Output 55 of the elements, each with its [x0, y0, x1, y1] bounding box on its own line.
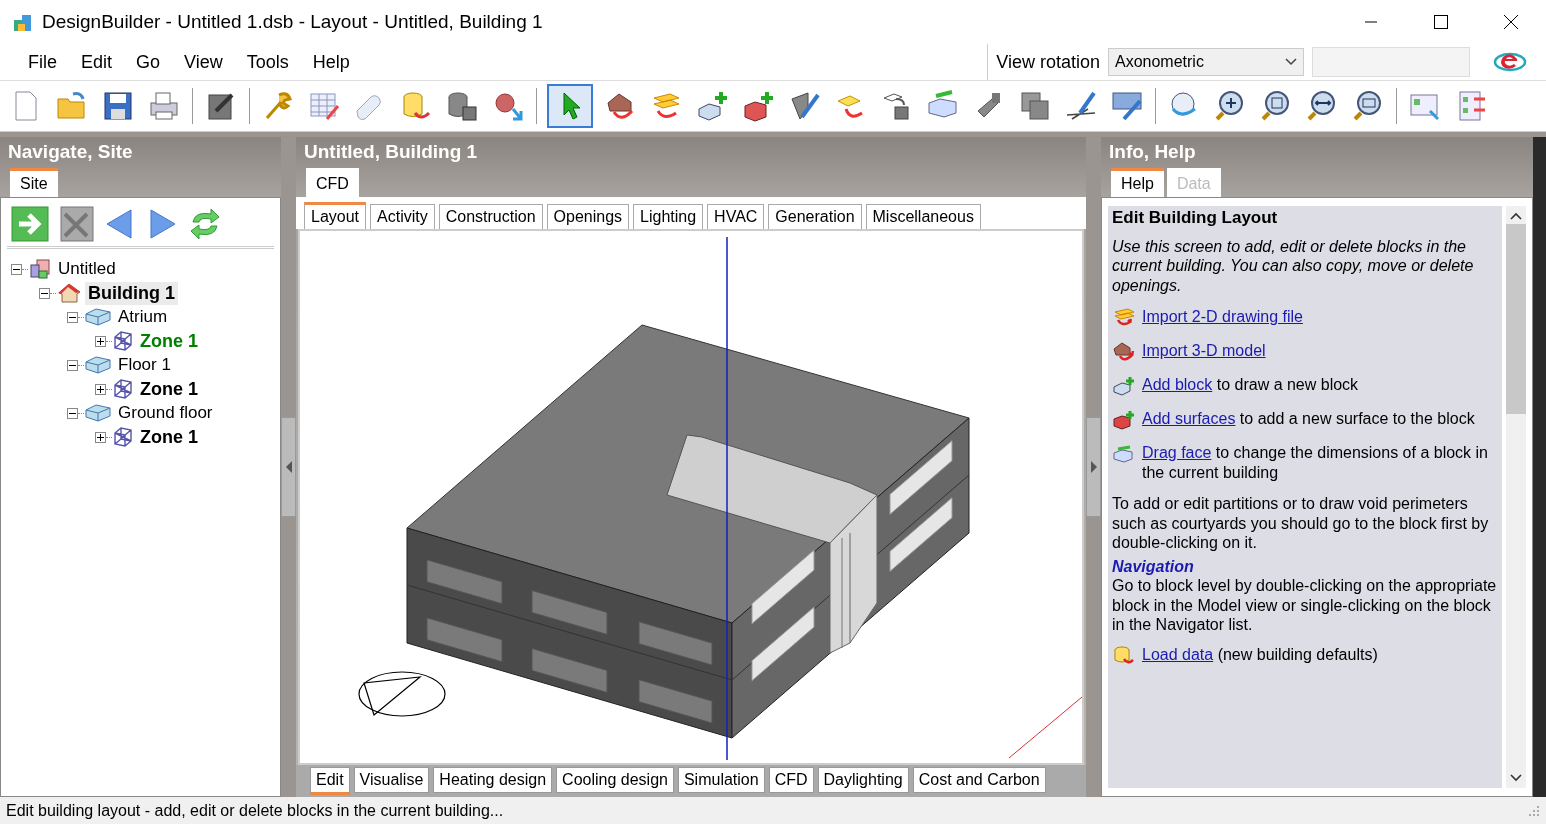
panel-tab[interactable]: Site [10, 168, 58, 197]
tree-item[interactable]: Atrium [115, 306, 171, 328]
help-link[interactable]: Add block [1142, 376, 1213, 394]
menu-item[interactable]: Go [124, 51, 173, 73]
help-text: To add or edit partitions or to draw void perimeters such as courtyards you should go to the block first by double-clicking on it. [1112, 494, 1490, 553]
menu-item[interactable]: File [16, 51, 69, 73]
view-rotation-dropdown[interactable]: Axonometric [1108, 48, 1304, 76]
view-rotation-label: View rotation [996, 51, 1100, 73]
tab[interactable]: HVAC [707, 204, 765, 229]
tree-item[interactable]: Untitled [55, 258, 119, 280]
panel-title: Navigate, Site [7, 140, 134, 164]
tab[interactable]: Cooling design [556, 767, 674, 793]
tab[interactable]: Activity [370, 204, 435, 229]
tab[interactable]: Daylighting [817, 767, 909, 793]
help-text: Add surfaces to add a new surface to the block [1142, 409, 1475, 429]
tree-item[interactable]: Zone 1 [137, 425, 201, 449]
tab[interactable]: CFD [768, 767, 814, 793]
panel-title: Info, Help [1108, 140, 1197, 164]
status-text: Edit building layout - add, edit or delete blocks in the current building... [6, 801, 504, 820]
panel-tab[interactable]: Help [1111, 168, 1164, 197]
tab[interactable]: Simulation [677, 767, 765, 793]
tab[interactable]: Heating design [433, 767, 553, 793]
help-text: Go to block level by double-clicking on the appropriate block in the Model view or single-clicking on the block in the Navigator list. [1112, 576, 1498, 635]
window-title: DesignBuilder - Untitled 1.dsb - Layout - Untitled, Building 1 [42, 11, 543, 33]
help-text: Load data (new building defaults) [1142, 644, 1378, 665]
help-heading: Edit Building Layout [1112, 208, 1279, 229]
menu-item[interactable]: View [172, 51, 235, 73]
tab[interactable]: Openings [546, 204, 630, 229]
tree-item[interactable]: Zone 1 [137, 329, 201, 353]
help-text: Drag face to change the dimensions of a block in the current building [1142, 443, 1489, 483]
tab[interactable]: Miscellaneous [865, 204, 981, 229]
panel-title: Untitled, Building 1 [303, 140, 479, 164]
help-text: Add block to draw a new block [1142, 375, 1359, 395]
menu-item[interactable]: Tools [234, 51, 301, 73]
tab[interactable]: Generation [768, 204, 862, 229]
help-intro-text: Use this screen to add, edit or delete blocks in the current building. You can also copy, move or delete openings. [1112, 236, 1475, 296]
menu-item[interactable]: Help [300, 51, 362, 73]
help-link[interactable]: Import 3-D model [1142, 341, 1266, 361]
panel-tab[interactable]: CFD [306, 168, 359, 197]
help-link[interactable]: Import 2-D drawing file [1142, 307, 1303, 327]
help-link[interactable]: Drag face [1142, 444, 1212, 462]
tab[interactable]: Construction [438, 204, 543, 229]
menu-item[interactable]: Edit [69, 51, 125, 73]
tab[interactable]: Cost and Carbon [912, 767, 1046, 793]
tree-item[interactable]: Floor 1 [115, 354, 174, 376]
tab[interactable]: Edit [310, 767, 350, 795]
tab[interactable]: Visualise [353, 767, 430, 793]
tree-item[interactable]: Zone 1 [137, 377, 201, 401]
help-link[interactable]: Load data [1142, 645, 1214, 663]
tree-item[interactable]: Building 1 [85, 281, 178, 305]
tab[interactable]: Layout [304, 202, 367, 229]
help-link[interactable]: Add surfaces [1142, 410, 1236, 428]
help-subheading: Navigation [1112, 556, 1195, 577]
tree-item[interactable]: Ground floor [115, 402, 216, 424]
tab[interactable]: Lighting [633, 204, 704, 229]
